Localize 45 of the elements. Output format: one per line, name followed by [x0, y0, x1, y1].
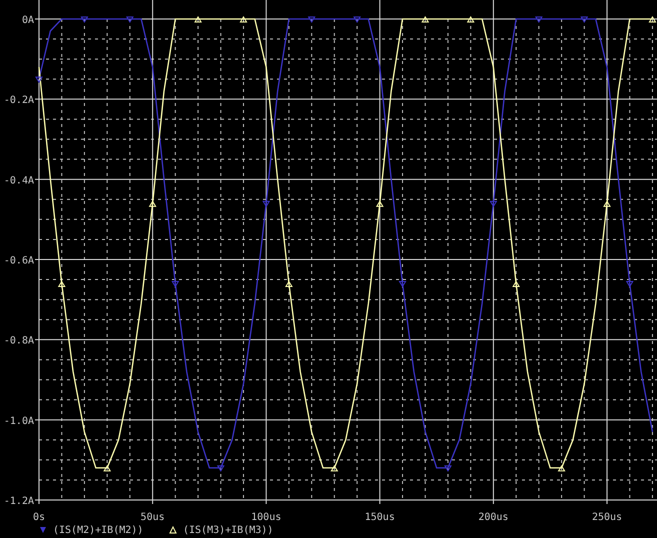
legend-marker-icon: [40, 527, 46, 533]
point-marker: [398, 281, 406, 288]
x-axis-label: 0s: [32, 512, 46, 523]
legend-label: (IS(M2)+IB(M2)): [53, 525, 144, 536]
point-marker: [353, 16, 361, 23]
point-marker: [603, 200, 611, 207]
point-marker: [648, 16, 656, 22]
x-axis-label: 100us: [251, 512, 282, 523]
y-axis-label: -0.4A: [4, 175, 34, 186]
y-axis-label: -1.2A: [4, 496, 34, 507]
point-marker: [35, 76, 43, 84]
point-marker: [558, 464, 566, 472]
point-marker: [148, 200, 156, 207]
point-marker: [512, 280, 520, 288]
legend-label: (IS(M3)+IB(M3)): [183, 525, 274, 536]
point-marker: [262, 200, 270, 208]
x-axis-label: 50us: [140, 512, 165, 523]
point-marker: [58, 280, 66, 288]
legend-marker-icon: [169, 526, 177, 534]
point-marker: [126, 16, 134, 23]
y-axis-label: -0.2A: [4, 95, 34, 106]
point-marker: [534, 16, 543, 23]
point-marker: [330, 464, 338, 472]
y-axis-label: -0.8A: [4, 336, 34, 347]
point-marker: [240, 16, 248, 22]
point-marker: [216, 465, 225, 472]
point-marker: [171, 281, 180, 288]
x-axis-label: 150us: [364, 512, 395, 523]
point-marker: [308, 16, 316, 23]
point-marker: [80, 16, 88, 23]
y-axis-label: -1.0A: [4, 416, 34, 427]
point-marker: [285, 280, 293, 288]
point-marker: [103, 464, 112, 472]
x-axis-label: 200us: [478, 512, 508, 523]
y-axis-label: -0.6A: [4, 256, 34, 266]
point-marker: [194, 16, 202, 22]
point-marker: [421, 16, 430, 22]
point-marker: [376, 200, 384, 207]
y-axis-label: 0A: [22, 15, 34, 26]
point-marker: [466, 16, 475, 22]
point-marker: [490, 200, 498, 208]
point-marker: [626, 281, 634, 288]
point-marker: [444, 465, 452, 472]
point-marker: [580, 16, 588, 23]
x-axis-label: 250us: [592, 512, 622, 523]
